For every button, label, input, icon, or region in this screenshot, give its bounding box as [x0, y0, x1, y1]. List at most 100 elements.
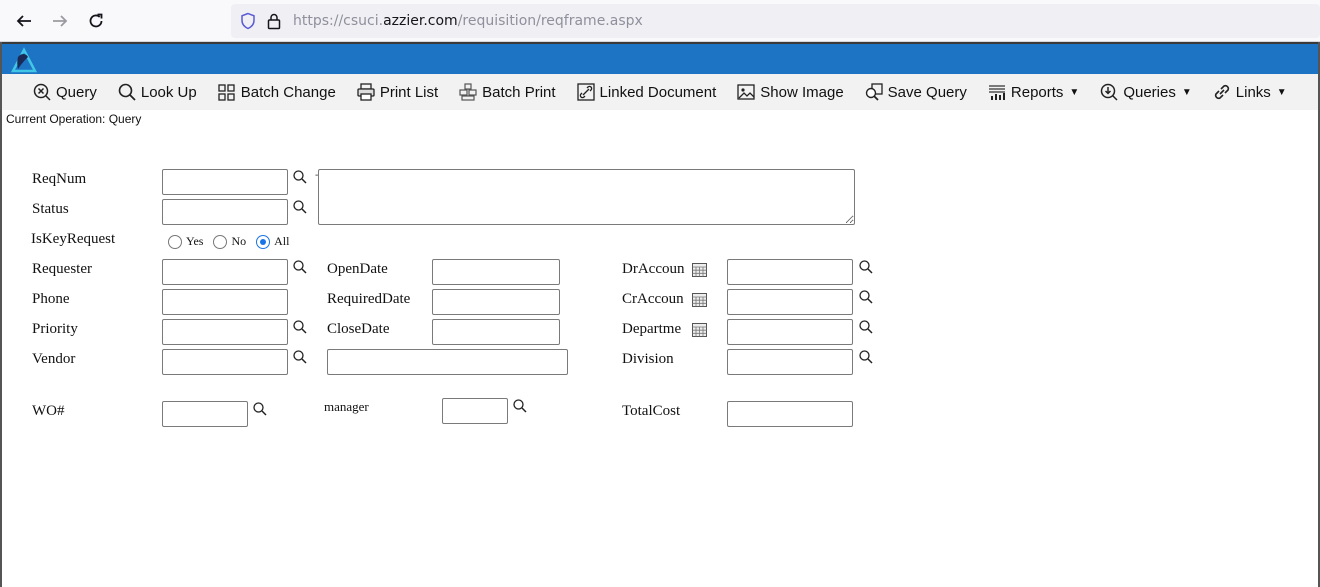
address-bar[interactable]: https://csuci.azzier.com/requisition/req… — [231, 4, 1320, 38]
forward-button[interactable] — [45, 6, 75, 36]
vendor-input[interactable] — [162, 349, 288, 375]
linked-document-button[interactable]: Linked Document — [576, 82, 717, 102]
requester-search-icon[interactable] — [292, 259, 308, 275]
radio-no-circle[interactable] — [213, 234, 228, 249]
vendor-label: Vendor — [32, 351, 76, 367]
vendor-name-input[interactable] — [327, 349, 568, 375]
batch-change-label: Batch Change — [240, 83, 336, 101]
link-icon — [1214, 84, 1229, 100]
priority-label: Priority — [32, 321, 78, 337]
opendate-label: OpenDate — [327, 261, 388, 277]
wo-input[interactable] — [162, 401, 248, 427]
radio-yes-circle[interactable] — [168, 234, 182, 249]
look-up-button[interactable]: Look Up — [117, 82, 197, 102]
queries-label: Queries — [1123, 83, 1176, 101]
closedate-input[interactable] — [432, 319, 560, 345]
department-search-icon[interactable] — [858, 319, 874, 335]
totalcost-input[interactable] — [727, 401, 853, 427]
radio-all-circle[interactable] — [256, 234, 271, 249]
reqnum-description-textarea[interactable] — [318, 169, 855, 225]
requireddate-input[interactable] — [432, 289, 560, 315]
radio-all[interactable]: All — [256, 234, 289, 249]
query-icon — [33, 83, 51, 101]
queries-menu[interactable]: Queries ▼ — [1099, 82, 1192, 102]
draccount-calendar-icon[interactable] — [692, 263, 707, 277]
radio-all-label: All — [274, 234, 290, 248]
batch-print-label: Batch Print — [482, 83, 556, 101]
print-list-button[interactable]: Print List — [356, 82, 438, 102]
reqnum-search-icon[interactable] — [292, 169, 308, 185]
app-header — [2, 42, 1318, 74]
linked-document-label: Linked Document — [599, 83, 717, 101]
url-prefix: https://csuci. — [293, 13, 384, 29]
query-button[interactable]: Query — [32, 82, 97, 102]
printer-icon — [357, 83, 375, 101]
totalcost-label: TotalCost — [622, 403, 681, 419]
lock-icon — [267, 13, 281, 30]
radio-no-label: No — [231, 234, 247, 248]
status-search-icon[interactable] — [292, 199, 308, 215]
reload-icon — [89, 13, 103, 28]
browser-toolbar: https://csuci.azzier.com/requisition/req… — [0, 0, 1320, 42]
requester-label: Requester — [32, 261, 92, 277]
report-icon — [988, 85, 1005, 100]
show-image-button[interactable]: Show Image — [736, 82, 844, 102]
radio-yes-label: Yes — [186, 234, 204, 248]
division-label: Division — [622, 351, 674, 367]
draccount-label: DrAccoun — [622, 261, 685, 277]
chevron-down-icon: ▼ — [1069, 86, 1080, 98]
priority-input[interactable] — [162, 319, 288, 345]
links-menu[interactable]: Links ▼ — [1212, 82, 1287, 102]
batch-print-button[interactable]: Batch Print — [458, 82, 556, 102]
save-query-icon — [865, 83, 883, 101]
app-frame: Query Look Up Batch Change Print List Ba… — [0, 42, 1320, 587]
reload-button[interactable] — [81, 6, 111, 36]
vendor-search-icon[interactable] — [292, 349, 308, 365]
look-up-label: Look Up — [140, 83, 197, 101]
radio-no[interactable]: No — [213, 234, 246, 249]
save-query-button[interactable]: Save Query — [864, 82, 967, 102]
query-label: Query — [56, 83, 97, 101]
queries-icon — [1101, 83, 1118, 101]
show-image-label: Show Image — [760, 83, 844, 101]
priority-search-icon[interactable] — [292, 319, 308, 335]
batch-change-button[interactable]: Batch Change — [217, 82, 336, 102]
manager-search-icon[interactable] — [512, 398, 528, 414]
craccount-calendar-icon[interactable] — [692, 293, 707, 307]
draccount-search-icon[interactable] — [858, 259, 874, 275]
division-input[interactable] — [727, 349, 853, 375]
draccount-input[interactable] — [727, 259, 853, 285]
image-icon — [737, 84, 755, 100]
links-label: Links — [1235, 83, 1271, 101]
department-input[interactable] — [727, 319, 853, 345]
manager-input[interactable] — [442, 398, 508, 424]
back-button[interactable] — [9, 6, 39, 36]
wo-search-icon[interactable] — [252, 401, 268, 417]
reqnum-input[interactable] — [162, 169, 288, 195]
requireddate-label: RequiredDate — [327, 291, 411, 307]
radio-yes[interactable]: Yes — [168, 234, 203, 249]
status-label: Status — [32, 201, 69, 217]
url-host: azzier.com — [383, 13, 458, 29]
craccount-input[interactable] — [727, 289, 853, 315]
craccount-search-icon[interactable] — [858, 289, 874, 305]
status-input[interactable] — [162, 199, 288, 225]
phone-input[interactable] — [162, 289, 288, 315]
print-list-label: Print List — [379, 83, 439, 101]
requester-input[interactable] — [162, 259, 288, 285]
closedate-label: CloseDate — [327, 321, 390, 337]
save-query-label: Save Query — [887, 83, 967, 101]
division-search-icon[interactable] — [858, 349, 874, 365]
stack-icon — [459, 83, 477, 101]
department-calendar-icon[interactable] — [692, 323, 707, 337]
reports-menu[interactable]: Reports ▼ — [987, 82, 1079, 102]
wo-label: WO# — [32, 403, 65, 419]
arrow-left-icon — [16, 15, 31, 27]
reports-label: Reports — [1010, 83, 1064, 101]
url-text[interactable]: https://csuci.azzier.com/requisition/req… — [293, 13, 643, 29]
phone-label: Phone — [32, 291, 70, 307]
opendate-input[interactable] — [432, 259, 560, 285]
chevron-down-icon: ▼ — [1181, 86, 1192, 98]
url-path: /requisition/reqframe.aspx — [457, 13, 643, 29]
arrow-right-icon — [53, 15, 68, 27]
